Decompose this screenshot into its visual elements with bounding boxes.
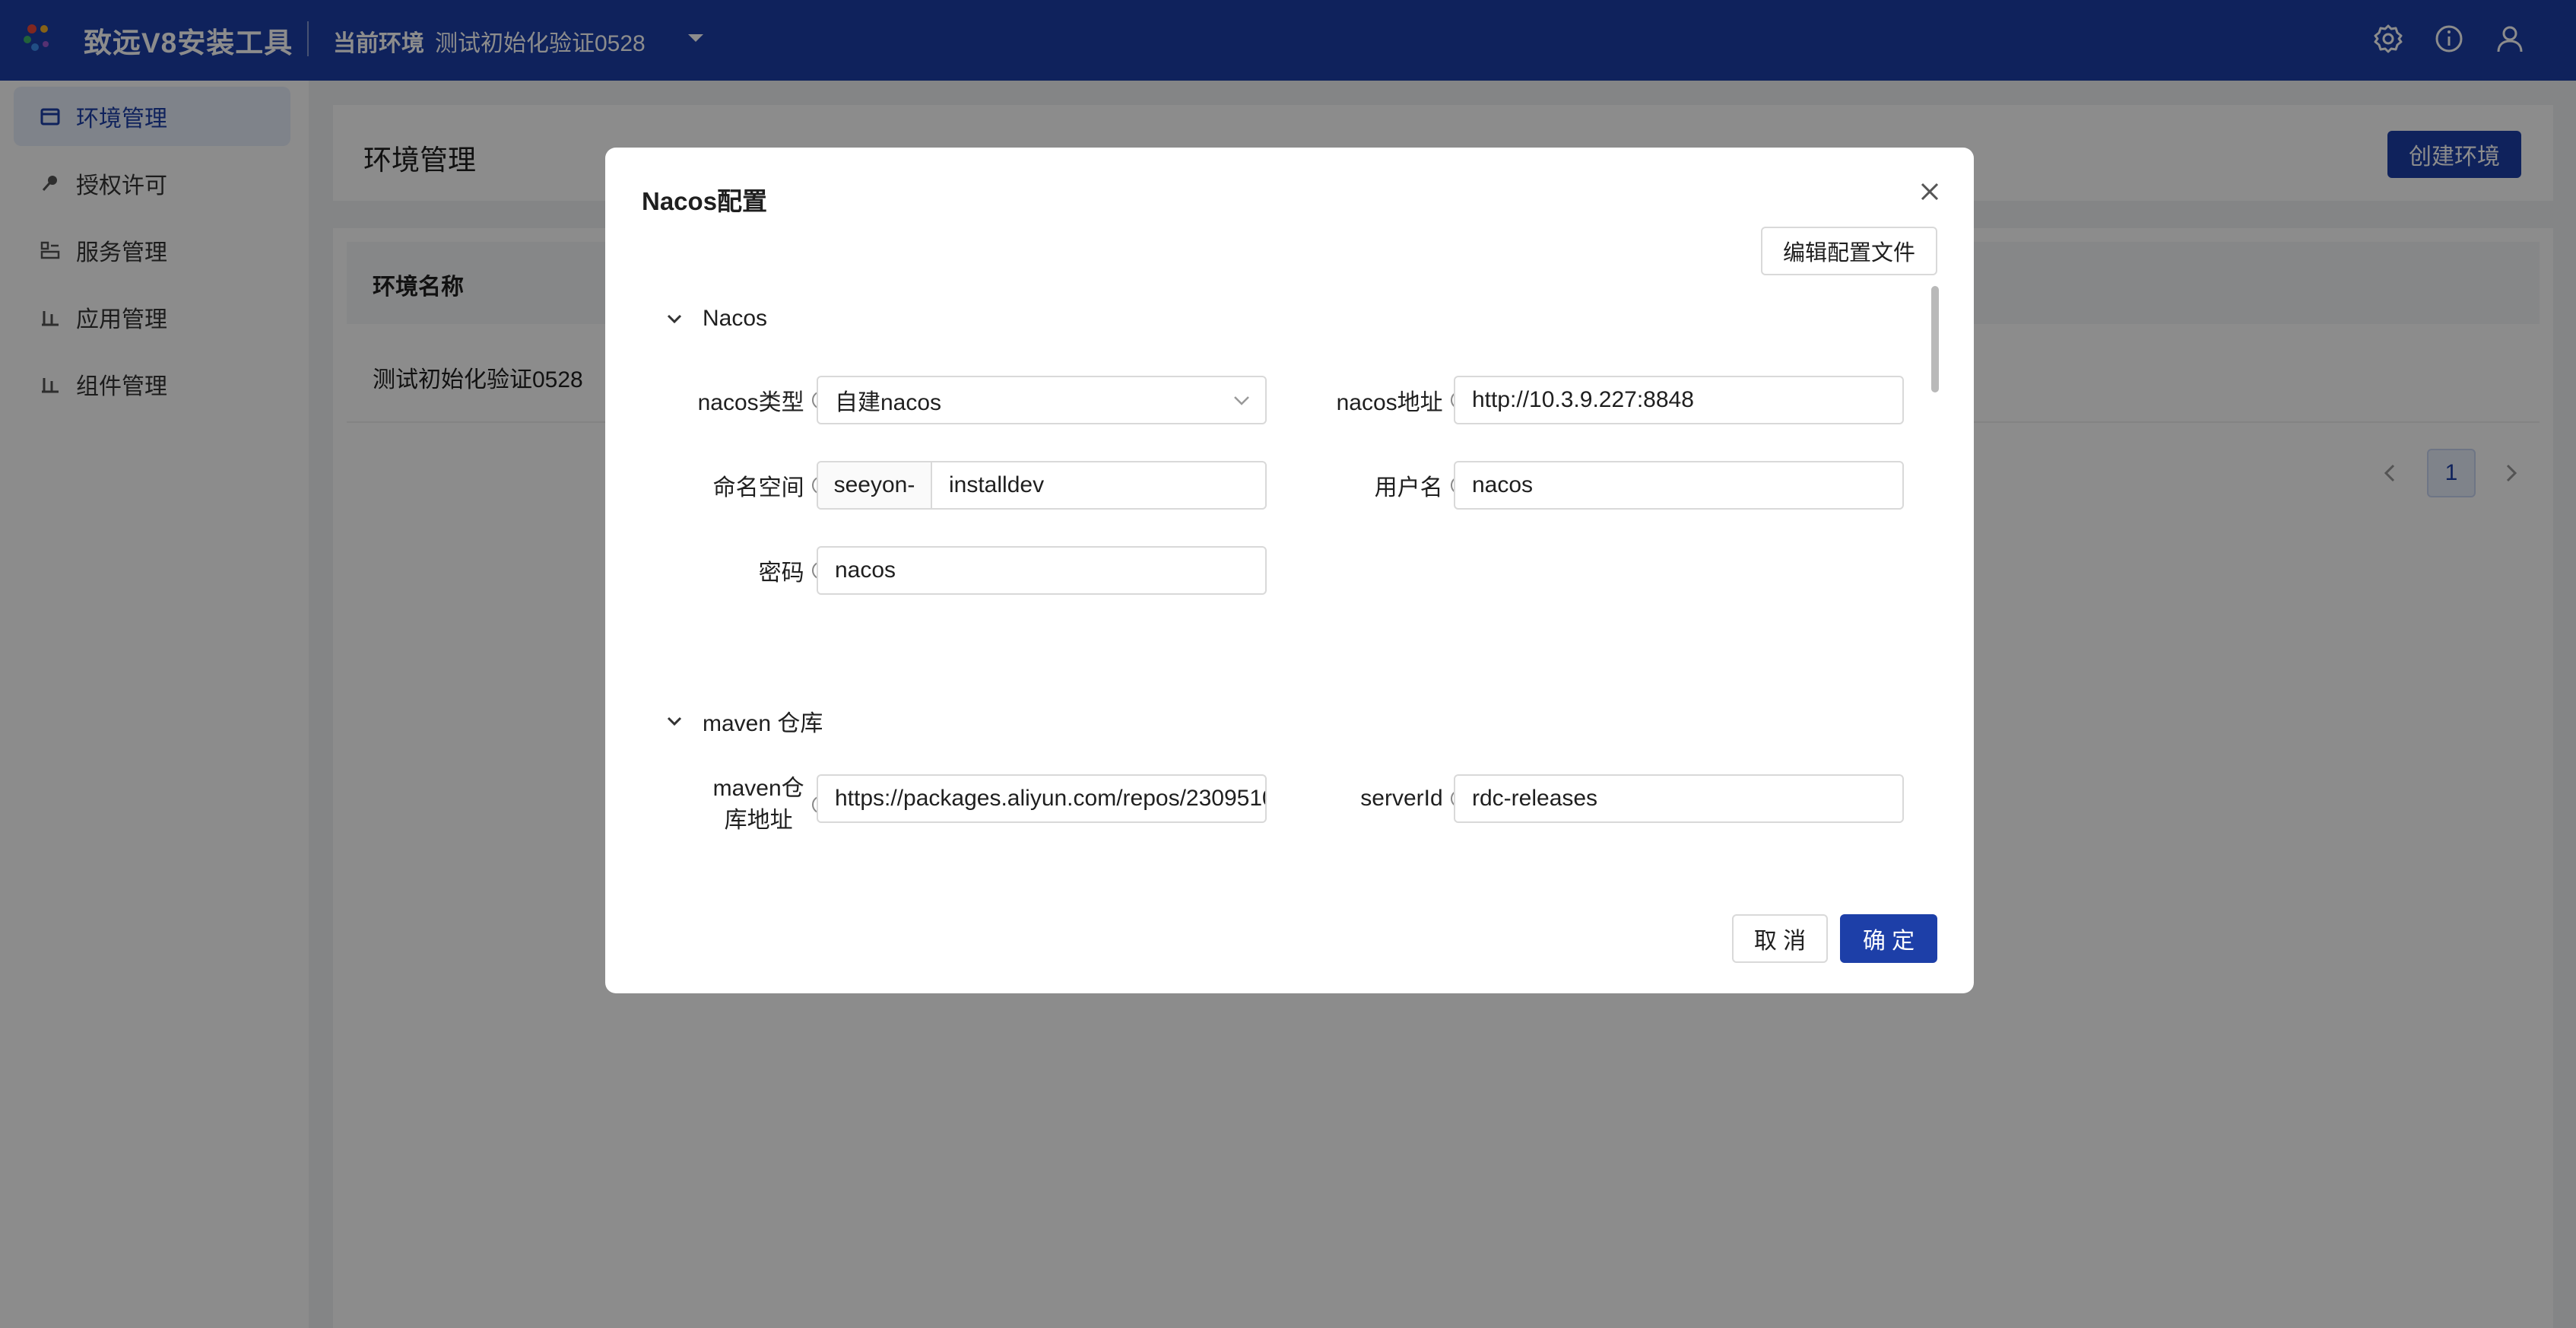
namespace-label: 命名空间 ? :	[651, 461, 841, 510]
server-id-label: serverId ? :	[1290, 774, 1480, 823]
nacos-type-label: nacos类型 ? :	[651, 376, 841, 424]
maven-repo-input[interactable]: https://packages.aliyun.com/repos/230951…	[817, 774, 1267, 823]
modal-title: Nacos配置	[642, 187, 768, 215]
section-label: maven 仓库	[703, 711, 823, 736]
section-maven-header[interactable]: maven 仓库	[665, 704, 823, 738]
maven-repo-label: maven仓库地址 ? :	[651, 773, 841, 837]
server-id-input[interactable]: rdc-releases	[1454, 774, 1904, 823]
nacos-type-select[interactable]: 自建nacos	[817, 376, 1267, 424]
namespace-input-group: seeyon- installdev	[817, 461, 1267, 510]
username-label: 用户名 ? :	[1290, 461, 1480, 510]
chevron-down-icon	[1234, 396, 1249, 405]
section-label: Nacos	[703, 306, 768, 331]
edit-config-file-button[interactable]: 编辑配置文件	[1761, 227, 1937, 275]
chevron-down-icon	[667, 314, 682, 324]
password-input[interactable]: nacos	[817, 546, 1267, 595]
cancel-button[interactable]: 取 消	[1732, 914, 1828, 963]
password-label: 密码 ? :	[651, 546, 841, 595]
nacos-address-label: nacos地址 ? :	[1290, 376, 1480, 424]
nacos-address-input[interactable]: http://10.3.9.227:8848	[1454, 376, 1904, 424]
nacos-config-modal: Nacos配置 编辑配置文件 Nacos nacos类型 ? : 自建nacos…	[605, 148, 1974, 993]
chevron-down-icon	[667, 716, 682, 726]
namespace-prefix-addon: seeyon-	[818, 462, 932, 508]
namespace-input[interactable]: installdev	[932, 462, 1265, 508]
confirm-button[interactable]: 确 定	[1840, 914, 1937, 963]
close-icon[interactable]	[1916, 178, 1943, 205]
username-input[interactable]: nacos	[1454, 461, 1904, 510]
modal-scrollbar[interactable]	[1931, 286, 1939, 392]
section-nacos-header[interactable]: Nacos	[665, 306, 767, 332]
